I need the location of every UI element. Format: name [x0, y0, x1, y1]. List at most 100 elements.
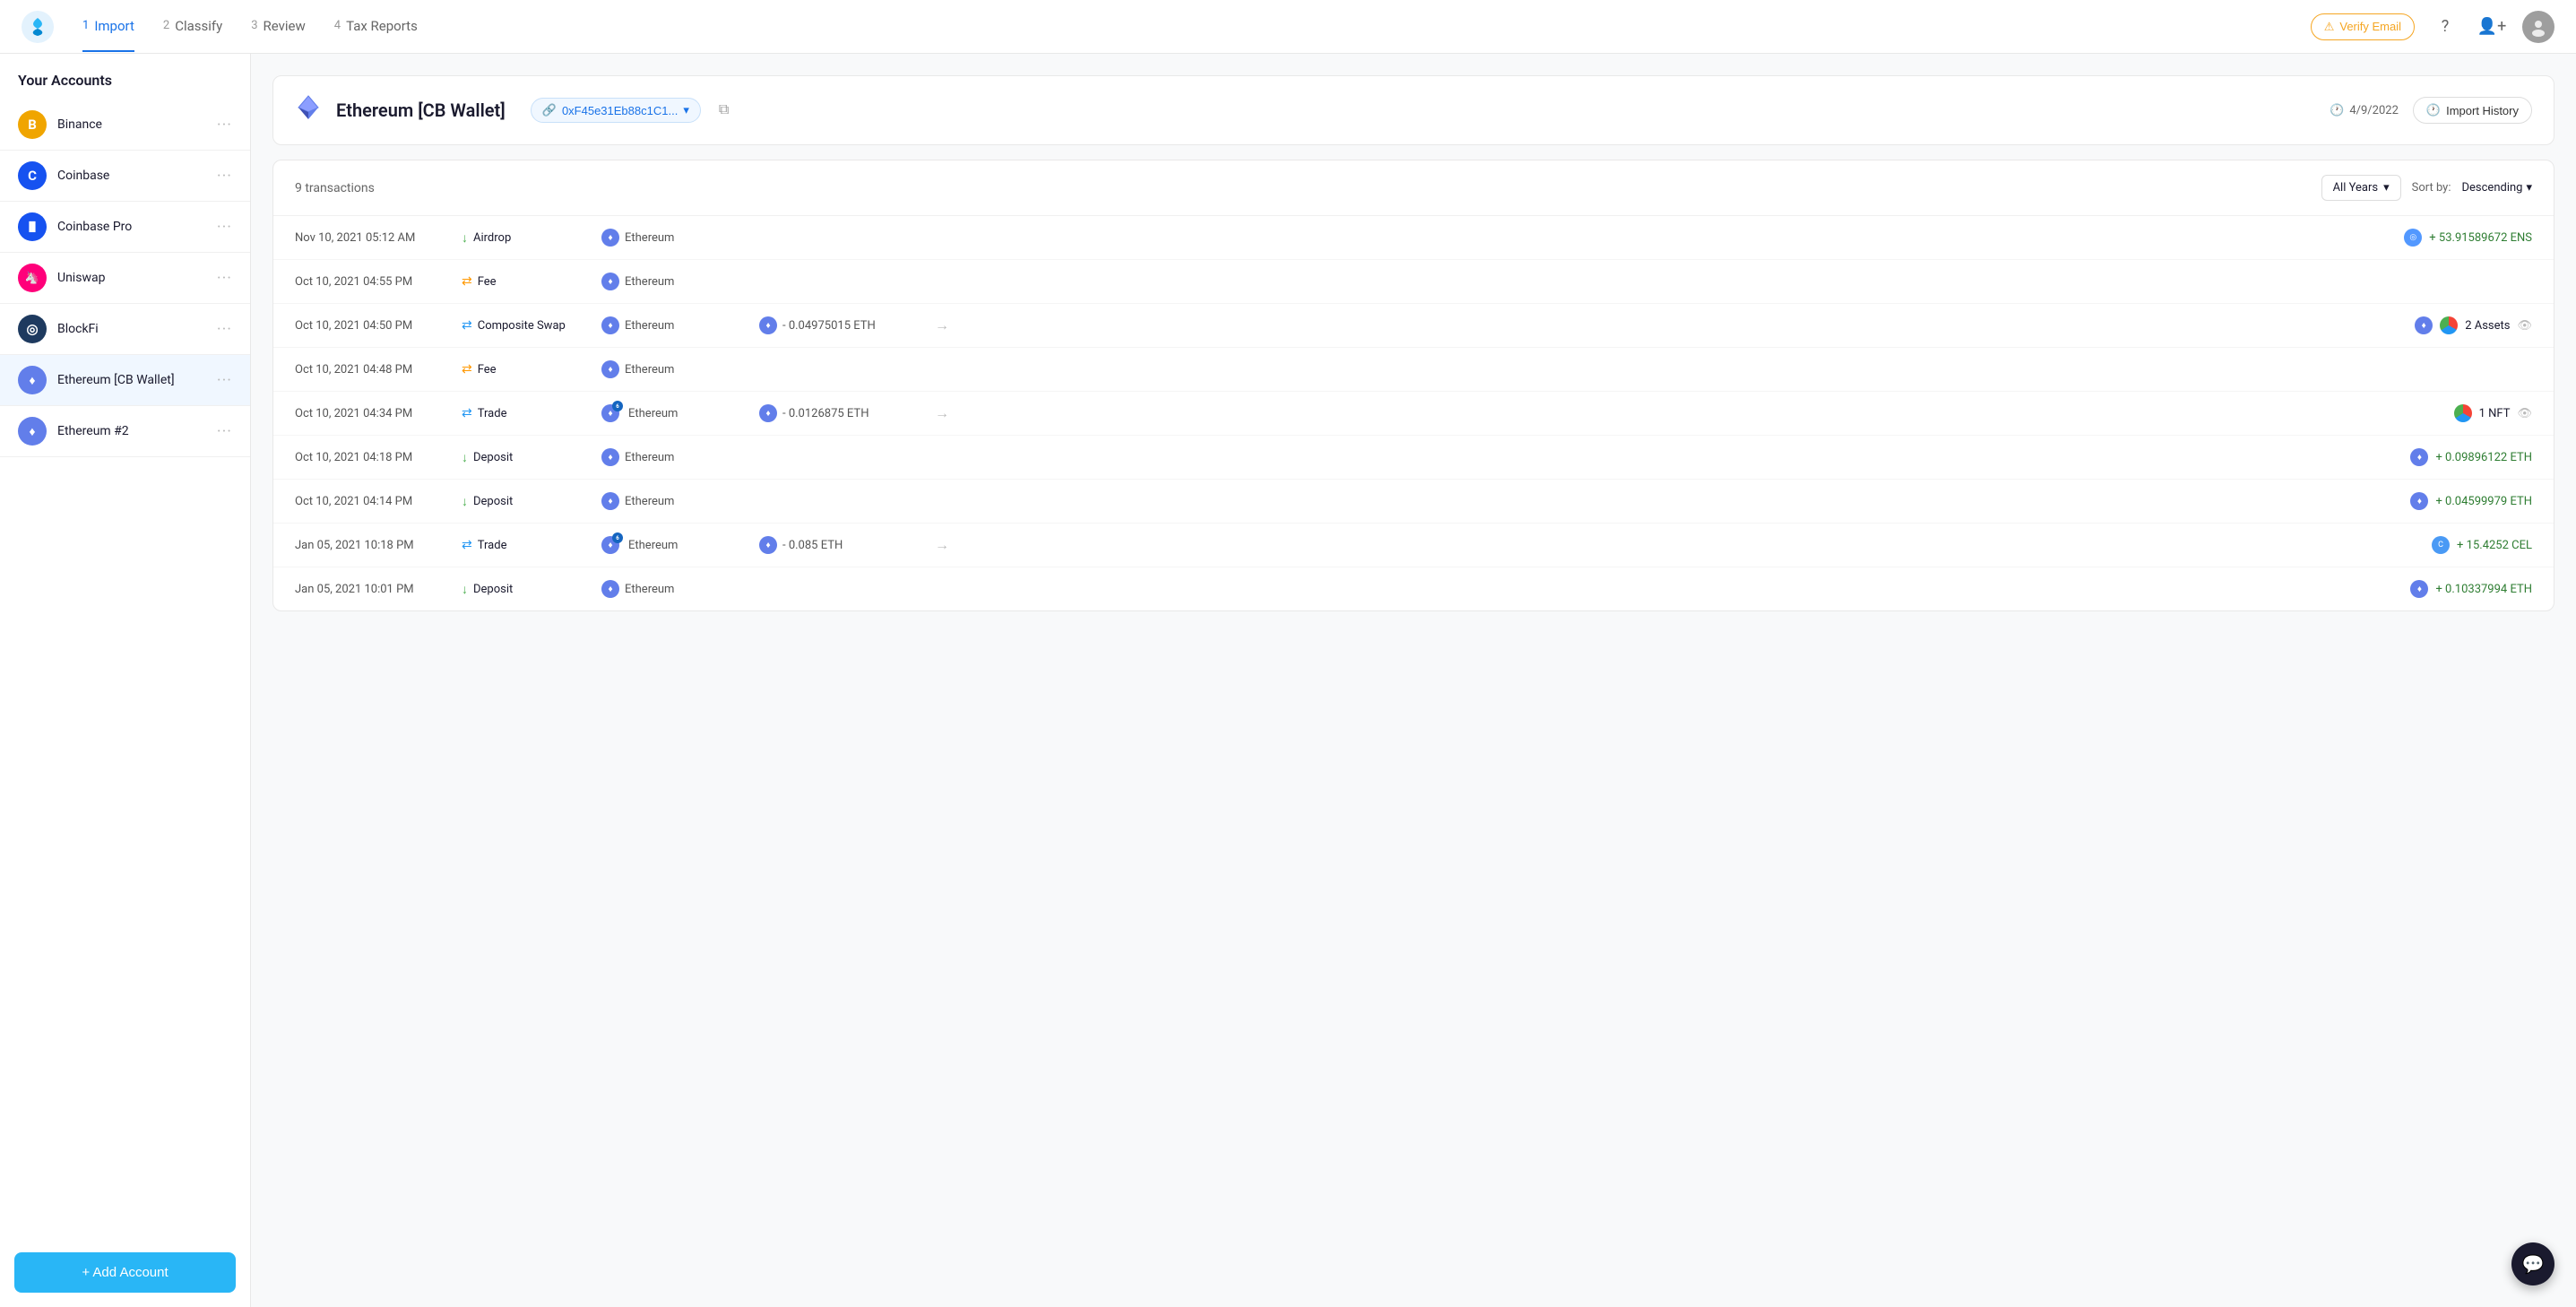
- nav-items: 1 Import 2 Classify 3 Review 4 Tax Repor…: [82, 2, 2311, 52]
- tx-asset: ♦ Ethereum: [601, 360, 745, 378]
- tx-date: Nov 10, 2021 05:12 AM: [295, 231, 447, 245]
- tx-date: Oct 10, 2021 04:18 PM: [295, 451, 447, 464]
- tx-asset: ♦ Ethereum: [601, 229, 745, 247]
- blockfi-menu[interactable]: ···: [217, 320, 232, 339]
- eth-icon: ♦: [601, 229, 619, 247]
- link-icon: 🔗: [542, 103, 557, 117]
- tx-date: Oct 10, 2021 04:34 PM: [295, 407, 447, 420]
- sidebar-title: Your Accounts: [0, 54, 250, 100]
- table-row[interactable]: Oct 10, 2021 04:50 PM ⇄ Composite Swap ♦…: [273, 304, 2554, 348]
- nav-import[interactable]: 1 Import: [82, 2, 134, 52]
- logo[interactable]: [22, 11, 54, 43]
- eth-cb-wallet-icon: ♦: [18, 366, 47, 394]
- uniswap-menu[interactable]: ···: [217, 269, 232, 288]
- nav-classify[interactable]: 2 Classify: [163, 2, 222, 52]
- transaction-count: 9 transactions: [295, 181, 2321, 195]
- tx-asset: ♦ 6 Ethereum: [601, 404, 745, 422]
- tx-type-label: Composite Swap: [478, 319, 566, 333]
- nav-tax-reports-label: Tax Reports: [346, 18, 418, 34]
- swap-icon: ⇄: [462, 318, 472, 333]
- tx-type: ↓ Deposit: [462, 450, 587, 465]
- chat-button[interactable]: 💬: [2511, 1242, 2554, 1285]
- sidebar-item-binance[interactable]: B Binance ···: [0, 100, 250, 151]
- eth-cb-wallet-menu[interactable]: ···: [217, 371, 232, 390]
- tx-type-label: Fee: [478, 363, 497, 377]
- tx-type: ↓ Deposit: [462, 494, 587, 509]
- tx-amount-value: - 0.0126875 ETH: [782, 407, 869, 420]
- tx-asset-name: Ethereum: [625, 319, 674, 333]
- verify-email-button[interactable]: ⚠ Verify Email: [2311, 13, 2415, 40]
- wallet-address-button[interactable]: 🔗 0xF45e31Eb88c1C1... ▾: [531, 98, 701, 123]
- eth2-icon: ♦: [18, 417, 47, 446]
- avatar[interactable]: [2522, 11, 2554, 43]
- nav-review[interactable]: 3 Review: [251, 2, 306, 52]
- nav-tax-reports[interactable]: 4 Tax Reports: [334, 2, 418, 52]
- sidebar-item-eth2[interactable]: ♦ Ethereum #2 ···: [0, 406, 250, 457]
- sort-dropdown[interactable]: Descending ▾: [2461, 181, 2532, 195]
- table-row[interactable]: Oct 10, 2021 04:48 PM ⇄ Fee ♦ Ethereum: [273, 348, 2554, 392]
- sidebar-item-coinbase[interactable]: C Coinbase ···: [0, 151, 250, 202]
- table-row[interactable]: Jan 05, 2021 10:01 PM ↓ Deposit ♦ Ethere…: [273, 567, 2554, 610]
- tx-asset-name: Ethereum: [628, 539, 678, 552]
- nav-review-label: Review: [264, 18, 306, 34]
- tx-type-label: Fee: [478, 275, 497, 289]
- tx-asset-name: Ethereum: [625, 231, 674, 245]
- coinbase-menu[interactable]: ···: [217, 167, 232, 186]
- main-content: Ethereum [CB Wallet] 🔗 0xF45e31Eb88c1C1.…: [251, 54, 2576, 1307]
- deposit-icon: ↓: [462, 582, 468, 597]
- ens-icon: ◎: [2404, 229, 2422, 247]
- sidebar-item-coinbase-pro[interactable]: ▐▌ Coinbase Pro ···: [0, 202, 250, 253]
- import-history-button[interactable]: 🕐 Import History: [2413, 97, 2532, 124]
- tx-amount: ♦ - 0.0126875 ETH: [759, 404, 921, 422]
- coinbase-pro-label: Coinbase Pro: [57, 220, 217, 234]
- copy-address-button[interactable]: ⧉: [715, 99, 732, 122]
- chevron-down-icon-sort: ▾: [2526, 181, 2532, 195]
- eth-icon: ♦: [601, 316, 619, 334]
- tx-asset-name: Ethereum: [628, 407, 678, 420]
- tx-result: C + 15.4252 CEL: [2432, 536, 2532, 554]
- add-account-label: + Add Account: [82, 1265, 168, 1280]
- table-row[interactable]: Oct 10, 2021 04:18 PM ↓ Deposit ♦ Ethere…: [273, 436, 2554, 480]
- wallet-date-value: 4/9/2022: [2349, 104, 2399, 117]
- tx-asset: ♦ Ethereum: [601, 273, 745, 290]
- cel-icon: C: [2432, 536, 2450, 554]
- eye-icon: 👁: [2517, 407, 2532, 420]
- coinbase-pro-menu[interactable]: ···: [217, 218, 232, 237]
- wallet-name: Ethereum [CB Wallet]: [336, 100, 506, 121]
- tx-date: Jan 05, 2021 10:01 PM: [295, 583, 447, 596]
- blockfi-label: BlockFi: [57, 322, 217, 336]
- binance-menu[interactable]: ···: [217, 116, 232, 134]
- sidebar-item-uniswap[interactable]: 🦄 Uniswap ···: [0, 253, 250, 304]
- sidebar-item-eth-cb-wallet[interactable]: ♦ Ethereum [CB Wallet] ···: [0, 355, 250, 406]
- tx-result: ◎ + 53.91589672 ENS: [2404, 229, 2532, 247]
- eth-icon: ♦: [759, 316, 777, 334]
- eth-icon: ♦: [759, 536, 777, 554]
- table-row[interactable]: Jan 05, 2021 10:18 PM ⇄ Trade ♦ 6 Ethere…: [273, 524, 2554, 567]
- add-account-button[interactable]: + Add Account: [14, 1252, 236, 1293]
- sidebar-item-blockfi[interactable]: ◎ BlockFi ···: [0, 304, 250, 355]
- eth2-label: Ethereum #2: [57, 424, 217, 438]
- eth2-menu[interactable]: ···: [217, 422, 232, 441]
- tx-amount-value: + 0.04599979 ETH: [2435, 495, 2532, 508]
- history-icon: 🕐: [2426, 103, 2441, 117]
- airdrop-icon: ↓: [462, 230, 468, 246]
- tx-date: Jan 05, 2021 10:18 PM: [295, 539, 447, 552]
- step-num-2: 2: [163, 19, 169, 32]
- table-row[interactable]: Oct 10, 2021 04:55 PM ⇄ Fee ♦ Ethereum: [273, 260, 2554, 304]
- table-row[interactable]: Oct 10, 2021 04:34 PM ⇄ Trade ♦ 6 Ethere…: [273, 392, 2554, 436]
- wallet-address-text: 0xF45e31Eb88c1C1...: [562, 104, 678, 117]
- tx-amount: ♦ - 0.04975015 ETH: [759, 316, 921, 334]
- tx-asset: ♦ Ethereum: [601, 448, 745, 466]
- table-row[interactable]: Nov 10, 2021 05:12 AM ↓ Airdrop ♦ Ethere…: [273, 216, 2554, 260]
- arrow-icon: →: [935, 316, 949, 334]
- tx-result-label: 1 NFT: [2479, 407, 2511, 420]
- wallet-date: 🕐 4/9/2022: [2330, 104, 2399, 117]
- add-user-button[interactable]: 👤+: [2476, 11, 2508, 43]
- transactions-panel: 9 transactions All Years ▾ Sort by: Desc…: [272, 160, 2554, 611]
- table-row[interactable]: Oct 10, 2021 04:14 PM ↓ Deposit ♦ Ethere…: [273, 480, 2554, 524]
- year-filter-dropdown[interactable]: All Years ▾: [2321, 175, 2401, 201]
- tx-amount-value: - 0.04975015 ETH: [782, 319, 876, 333]
- tx-result: ♦ + 0.04599979 ETH: [2410, 492, 2532, 510]
- help-button[interactable]: ?: [2429, 11, 2461, 43]
- tx-amount-value: + 0.10337994 ETH: [2435, 583, 2532, 596]
